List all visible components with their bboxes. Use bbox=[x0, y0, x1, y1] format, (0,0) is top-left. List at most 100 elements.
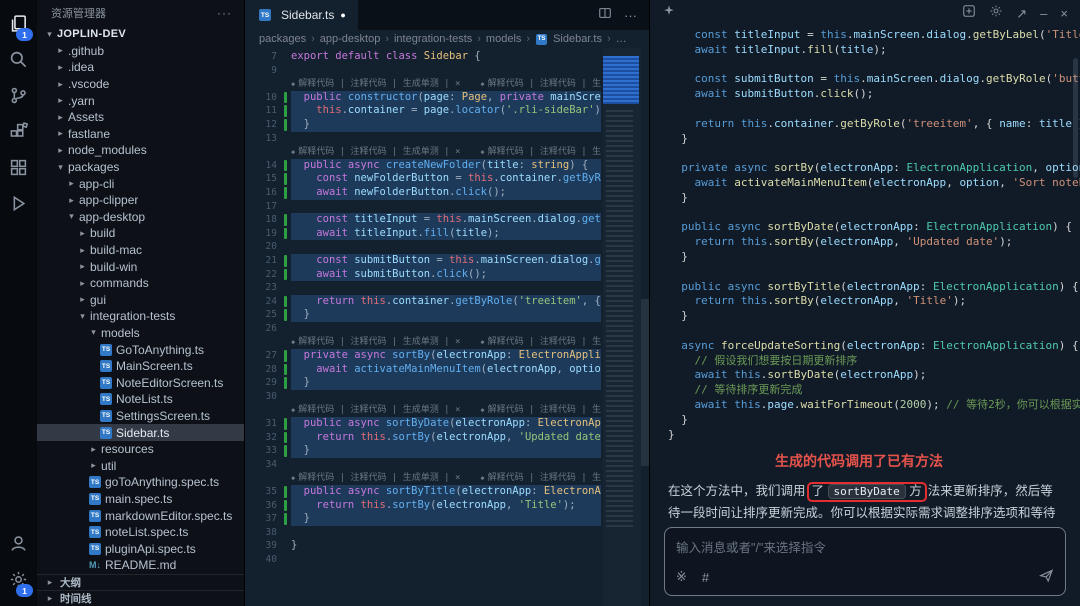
split-editor-icon[interactable] bbox=[598, 6, 612, 25]
tree-folder-build-win[interactable]: ▸build-win bbox=[37, 258, 244, 275]
tree-folder-integration-tests[interactable]: ▾integration-tests bbox=[37, 308, 244, 325]
codelens-group[interactable]: ◆解释代码 | 注释代码 | 生成单测 | × bbox=[480, 79, 601, 89]
tree-file-NoteEditorScreen.ts[interactable]: TSNoteEditorScreen.ts bbox=[37, 374, 244, 391]
close-panel-icon[interactable]: × bbox=[1060, 7, 1068, 20]
accounts-button[interactable] bbox=[0, 528, 37, 564]
code-line: 7export default class Sidebar { bbox=[245, 50, 601, 64]
code-line: 24 return this.container.getByRole('tree… bbox=[245, 295, 601, 309]
tree-folder-.yarn[interactable]: ▸.yarn bbox=[37, 92, 244, 109]
ai-assistant-view-button[interactable] bbox=[0, 152, 37, 188]
codelens-group[interactable]: ◆解释代码 | 注释代码 | 生成单测 | × bbox=[291, 473, 460, 483]
tree-folder-util[interactable]: ▸util bbox=[37, 457, 244, 474]
tree-file-pluginApi.spec.ts[interactable]: TSpluginApi.spec.ts bbox=[37, 540, 244, 557]
context-hash-icon[interactable]: # bbox=[702, 570, 709, 585]
settings-button[interactable]: 1 bbox=[0, 564, 37, 600]
tree-file-SettingsScreen.ts[interactable]: TSSettingsScreen.ts bbox=[37, 408, 244, 425]
extensions-view-button[interactable] bbox=[0, 116, 37, 152]
chat-input-box[interactable]: 输入消息或者"/"来选择指令 ※ # bbox=[664, 527, 1066, 596]
codelens-group[interactable]: ◆解释代码 | 注释代码 | 生成单测 | × bbox=[291, 79, 460, 89]
tree-folder-gui[interactable]: ▸gui bbox=[37, 292, 244, 309]
codelens-group[interactable]: ◆解释代码 | 注释代码 | 生成单测 | × bbox=[291, 147, 460, 157]
codelens-group[interactable]: ◆解释代码 | 注释代码 | 生成单测 | × bbox=[480, 473, 601, 483]
tree-folder-resources[interactable]: ▸resources bbox=[37, 441, 244, 458]
tree-folder-models[interactable]: ▾models bbox=[37, 325, 244, 342]
more-actions-icon[interactable]: ··· bbox=[217, 6, 232, 20]
breadcrumb-item[interactable]: models bbox=[486, 33, 521, 45]
chevron-right-icon: ▸ bbox=[54, 145, 67, 156]
codelens-group[interactable]: ◆解释代码 | 注释代码 | 生成单测 | × bbox=[291, 405, 460, 415]
timeline-section[interactable]: ▸ 时间线 bbox=[37, 590, 244, 606]
breadcrumb-item[interactable]: packages bbox=[259, 33, 306, 45]
tree-file-GoToAnything.ts[interactable]: TSGoToAnything.ts bbox=[37, 341, 244, 358]
breadcrumb-item[interactable]: app-desktop bbox=[320, 33, 381, 45]
markdown-file-icon: M↓ bbox=[89, 560, 101, 570]
scrollbar-thumb[interactable] bbox=[641, 299, 649, 466]
assistant-code-line: public async sortByTitle(electronApp: El… bbox=[668, 280, 1080, 295]
tree-folder-app-desktop[interactable]: ▾app-desktop bbox=[37, 209, 244, 226]
tree-folder-.github[interactable]: ▸.github bbox=[37, 43, 244, 60]
tree-folder-JOPLIN-DEV[interactable]: ▾JOPLIN-DEV bbox=[37, 26, 244, 43]
tree-item-label: SettingsScreen.ts bbox=[116, 409, 210, 423]
line-number: 15 bbox=[245, 172, 291, 186]
code-line: 11 this.container = page.locator('.rli-s… bbox=[245, 104, 601, 118]
codelens-group[interactable]: ◆解释代码 | 注释代码 | 生成单测 | × bbox=[480, 337, 601, 347]
tree-folder-.vscode[interactable]: ▸.vscode bbox=[37, 76, 244, 93]
tree-folder-build-mac[interactable]: ▸build-mac bbox=[37, 242, 244, 259]
tree-folder-Assets[interactable]: ▸Assets bbox=[37, 109, 244, 126]
assistant-code-line: return this.sortBy(electronApp, 'Updated… bbox=[668, 235, 1080, 250]
line-number: 13 bbox=[245, 132, 291, 146]
search-view-button[interactable] bbox=[0, 44, 37, 80]
tree-file-main.spec.ts[interactable]: TSmain.spec.ts bbox=[37, 491, 244, 508]
codelens-group[interactable]: ◆解释代码 | 注释代码 | 生成单测 | × bbox=[480, 405, 601, 415]
tree-folder-build[interactable]: ▸build bbox=[37, 225, 244, 242]
quick-command-icon[interactable]: ※ bbox=[676, 569, 687, 585]
tree-file-noteList.spec.ts[interactable]: TSnoteList.spec.ts bbox=[37, 524, 244, 541]
line-number: 38 bbox=[245, 526, 291, 540]
tree-file-MainScreen.ts[interactable]: TSMainScreen.ts bbox=[37, 358, 244, 375]
tab-sidebar-ts[interactable]: TS Sidebar.ts ● bbox=[245, 0, 358, 30]
chat-scroll-area[interactable]: const titleInput = this.mainScreen.dialo… bbox=[650, 26, 1080, 521]
tree-item-label: Sidebar.ts bbox=[116, 426, 169, 440]
minimap[interactable] bbox=[603, 48, 641, 606]
codelens-row[interactable]: ◆解释代码 | 注释代码 | 生成单测 | × ◆解释代码 | 注释代码 | 生成… bbox=[245, 145, 601, 159]
tree-folder-node_modules[interactable]: ▸node_modules bbox=[37, 142, 244, 159]
codelens-group[interactable]: ◆解释代码 | 注释代码 | 生成单测 | × bbox=[480, 147, 601, 157]
send-icon[interactable] bbox=[1039, 568, 1054, 586]
outline-section[interactable]: ▸ 大纲 bbox=[37, 574, 244, 590]
tree-folder-app-clipper[interactable]: ▸app-clipper bbox=[37, 192, 244, 209]
minimize-icon[interactable]: – bbox=[1040, 7, 1047, 20]
explorer-view-button[interactable]: 1 bbox=[0, 8, 37, 44]
panel-settings-gear-icon[interactable] bbox=[989, 4, 1003, 23]
codelens-row[interactable]: ◆解释代码 | 注释代码 | 生成单测 | × ◆解释代码 | 注释代码 | 生成… bbox=[245, 335, 601, 349]
share-icon[interactable]: ↗ bbox=[1016, 7, 1027, 20]
tree-file-README.md[interactable]: M↓README.md bbox=[37, 557, 244, 574]
tree-file-Sidebar.ts[interactable]: TSSidebar.ts bbox=[37, 424, 244, 441]
editor-more-actions-icon[interactable]: ··· bbox=[624, 9, 637, 22]
tree-folder-packages[interactable]: ▾packages bbox=[37, 159, 244, 176]
source-control-view-button[interactable] bbox=[0, 80, 37, 116]
code-editor[interactable]: 7export default class Sidebar {9◆解释代码 | … bbox=[245, 48, 649, 606]
tree-file-goToAnything.spec.ts[interactable]: TSgoToAnything.spec.ts bbox=[37, 474, 244, 491]
codelens-group[interactable]: ◆解释代码 | 注释代码 | 生成单测 | × bbox=[291, 337, 460, 347]
tree-file-NoteList.ts[interactable]: TSNoteList.ts bbox=[37, 391, 244, 408]
line-number: 23 bbox=[245, 281, 291, 295]
breadcrumb-file[interactable]: Sidebar.ts bbox=[553, 33, 602, 45]
tree-folder-fastlane[interactable]: ▸fastlane bbox=[37, 126, 244, 143]
breadcrumb-tail[interactable]: … bbox=[616, 33, 627, 45]
tree-folder-.idea[interactable]: ▸.idea bbox=[37, 59, 244, 76]
panel-scrollbar-thumb[interactable] bbox=[1073, 58, 1078, 178]
code-line: 23 bbox=[245, 281, 601, 295]
codelens-row[interactable]: ◆解释代码 | 注释代码 | 生成单测 | × ◆解释代码 | 注释代码 | 生成… bbox=[245, 403, 601, 417]
assistant-code-line: const submitButton = this.mainScreen.dia… bbox=[668, 72, 1080, 87]
tree-folder-app-cli[interactable]: ▸app-cli bbox=[37, 175, 244, 192]
activity-bar: 1 bbox=[0, 0, 37, 606]
new-chat-icon[interactable] bbox=[962, 4, 976, 23]
codelens-row[interactable]: ◆解释代码 | 注释代码 | 生成单测 | × ◆解释代码 | 注释代码 | 生成… bbox=[245, 77, 601, 91]
breadcrumb-item[interactable]: integration-tests bbox=[394, 33, 472, 45]
editor-scrollbar[interactable] bbox=[641, 48, 649, 606]
tree-item-label: main.spec.ts bbox=[105, 492, 172, 506]
tree-file-markdownEditor.spec.ts[interactable]: TSmarkdownEditor.spec.ts bbox=[37, 507, 244, 524]
tree-folder-commands[interactable]: ▸commands bbox=[37, 275, 244, 292]
codelens-row[interactable]: ◆解释代码 | 注释代码 | 生成单测 | × ◆解释代码 | 注释代码 | 生成… bbox=[245, 471, 601, 485]
run-debug-view-button[interactable] bbox=[0, 188, 37, 224]
